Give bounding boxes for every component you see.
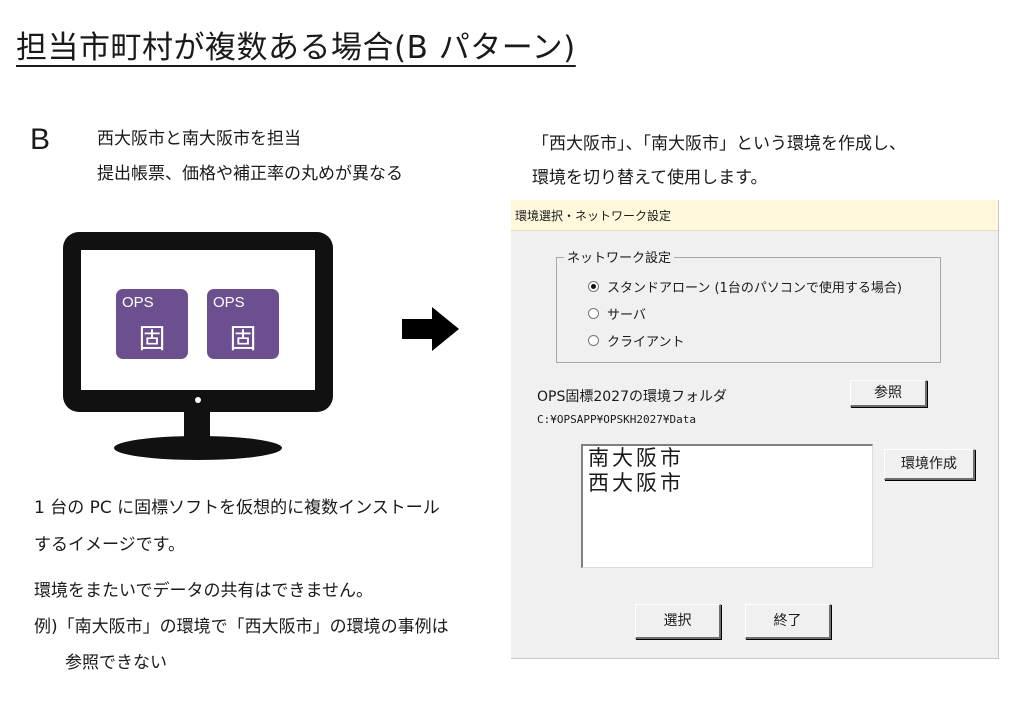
list-item[interactable]: 西大阪市 — [583, 471, 872, 496]
case-line-1: 西大阪市と南大阪市を担当 — [97, 129, 301, 149]
dialog-title-bar: 環境選択・ネットワーク設定 — [511, 200, 998, 231]
case-letter: B — [30, 123, 51, 156]
case-line-2: 提出帳票、価格や補正率の丸めが異なる — [97, 164, 403, 184]
radio-unselected-icon — [588, 335, 599, 346]
note-line-3: 環境をまたいでデータの共有はできません。 — [34, 581, 373, 601]
network-settings-label: ネットワーク設定 — [564, 247, 675, 266]
env-folder-path: C:¥OPSAPP¥OPSKH2027¥Data — [537, 413, 696, 426]
browse-button[interactable]: 参照 — [850, 380, 927, 407]
ops-icon-kanji: 固 — [229, 324, 257, 355]
ops-icon-label: OPS — [122, 294, 154, 311]
page-title: 担当市町村が複数ある場合(B パターン) — [16, 30, 576, 66]
create-environment-button[interactable]: 環境作成 — [884, 449, 975, 480]
monitor-illustration — [63, 232, 333, 412]
radio-unselected-icon — [588, 308, 599, 319]
ops-app-icon: OPS 固 — [116, 289, 188, 359]
note-line-5: 参照できない — [65, 653, 167, 673]
environment-dialog: 環境選択・ネットワーク設定 ネットワーク設定 スタンドアローン (1台のパソコン… — [511, 200, 999, 659]
arrow-right-icon — [402, 307, 459, 351]
note-line-1: 1 台の PC に固標ソフトを仮想的に複数インストール — [34, 498, 440, 518]
env-folder-label: OPS固標2027の環境フォルダ — [537, 389, 727, 405]
ops-app-icon: OPS 固 — [207, 289, 279, 359]
radio-selected-icon — [588, 281, 599, 292]
ops-icon-kanji: 固 — [138, 324, 166, 355]
radio-client[interactable]: クライアント — [588, 331, 684, 350]
radio-label: スタンドアローン (1台のパソコンで使用する場合) — [607, 281, 902, 296]
monitor-base — [114, 436, 282, 460]
exit-button[interactable]: 終了 — [745, 604, 831, 639]
dialog-title: 環境選択・ネットワーク設定 — [515, 209, 672, 223]
radio-label: クライアント — [607, 335, 685, 350]
description-line-2: 環境を切り替えて使用します。 — [532, 168, 768, 188]
radio-label: サーバ — [607, 308, 646, 323]
select-button[interactable]: 選択 — [635, 604, 721, 639]
ops-icon-label: OPS — [213, 294, 245, 311]
note-line-4: 例)「南大阪市」の環境で「西大阪市」の環境の事例は — [34, 617, 449, 637]
radio-standalone[interactable]: スタンドアローン (1台のパソコンで使用する場合) — [588, 277, 902, 296]
list-item[interactable]: 南大阪市 — [583, 446, 872, 471]
note-line-2: するイメージです。 — [34, 535, 185, 555]
power-indicator — [195, 397, 201, 403]
description-line-1: 「西大阪市」、「南大阪市」という環境を作成し、 — [532, 134, 906, 154]
radio-server[interactable]: サーバ — [588, 304, 646, 323]
environment-list[interactable]: 南大阪市 西大阪市 — [581, 444, 873, 568]
